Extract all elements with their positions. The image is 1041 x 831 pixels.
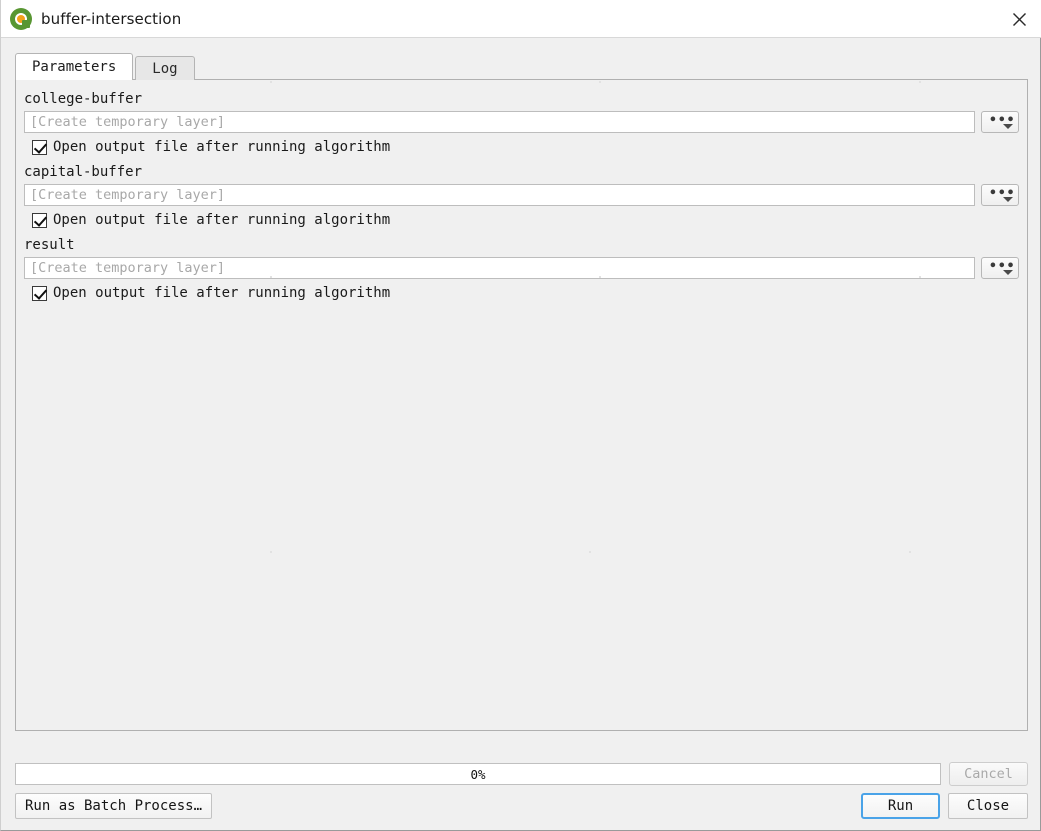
- run-as-batch-process-label: Run as Batch Process…: [25, 798, 202, 814]
- tab-log[interactable]: Log: [135, 56, 194, 80]
- browse-button-result[interactable]: •••: [981, 257, 1019, 279]
- artifact-speck: [589, 551, 591, 553]
- field-row-result: [Create temporary layer] •••: [24, 257, 1019, 279]
- open-output-checkbox-row-result[interactable]: Open output file after running algorithm: [32, 282, 1019, 304]
- parameters-form: college-buffer [Create temporary layer] …: [16, 80, 1027, 306]
- output-input-college-buffer[interactable]: [Create temporary layer]: [24, 111, 975, 133]
- open-output-label-college-buffer: Open output file after running algorithm: [53, 138, 390, 156]
- artifact-speck: [919, 81, 921, 83]
- artifact-speck: [919, 276, 921, 278]
- tab-parameters-label: Parameters: [32, 59, 116, 75]
- cancel-button: Cancel: [949, 762, 1028, 786]
- run-as-batch-process-button[interactable]: Run as Batch Process…: [15, 793, 212, 819]
- tab-bar: Parameters Log: [15, 54, 195, 80]
- chevron-down-icon: [1003, 270, 1013, 275]
- artifact-speck: [599, 276, 601, 278]
- tab-log-label: Log: [152, 61, 177, 77]
- open-output-checkbox-college-buffer[interactable]: [32, 140, 47, 155]
- chevron-down-icon: [1003, 124, 1013, 129]
- open-output-checkbox-capital-buffer[interactable]: [32, 213, 47, 228]
- close-icon[interactable]: [996, 0, 1041, 38]
- parameters-panel: college-buffer [Create temporary layer] …: [15, 79, 1028, 731]
- chevron-down-icon: [1003, 197, 1013, 202]
- open-output-checkbox-result[interactable]: [32, 286, 47, 301]
- progress-bar: 0%: [15, 763, 941, 785]
- qgis-processing-dialog: buffer-intersection Parameters Log colle…: [0, 0, 1041, 831]
- titlebar: buffer-intersection: [1, 0, 1041, 38]
- browse-button-capital-buffer[interactable]: •••: [981, 184, 1019, 206]
- action-row: Run as Batch Process… Run Close: [15, 793, 1028, 819]
- artifact-speck: [270, 81, 272, 83]
- open-output-checkbox-row-capital-buffer[interactable]: Open output file after running algorithm: [32, 209, 1019, 231]
- field-label-result: result: [24, 235, 1019, 255]
- qgis-logo-icon: [10, 8, 32, 30]
- artifact-speck: [270, 276, 272, 278]
- window-title: buffer-intersection: [41, 10, 181, 28]
- run-button-label: Run: [888, 798, 913, 814]
- tab-parameters[interactable]: Parameters: [15, 53, 133, 80]
- open-output-label-capital-buffer: Open output file after running algorithm: [53, 211, 390, 229]
- artifact-speck: [599, 81, 601, 83]
- open-output-label-result: Open output file after running algorithm: [53, 284, 390, 302]
- progress-percent-label: 0%: [470, 767, 485, 782]
- run-button[interactable]: Run: [861, 793, 940, 819]
- output-input-capital-buffer[interactable]: [Create temporary layer]: [24, 184, 975, 206]
- close-button-label: Close: [967, 798, 1009, 814]
- field-label-college-buffer: college-buffer: [24, 89, 1019, 109]
- artifact-speck: [270, 551, 272, 553]
- field-row-college-buffer: [Create temporary layer] •••: [24, 111, 1019, 133]
- artifact-speck: [909, 551, 911, 553]
- output-input-result[interactable]: [Create temporary layer]: [24, 257, 975, 279]
- field-label-capital-buffer: capital-buffer: [24, 162, 1019, 182]
- open-output-checkbox-row-college-buffer[interactable]: Open output file after running algorithm: [32, 136, 1019, 158]
- close-button[interactable]: Close: [948, 793, 1028, 819]
- field-row-capital-buffer: [Create temporary layer] •••: [24, 184, 1019, 206]
- cancel-button-label: Cancel: [964, 766, 1013, 782]
- progress-row: 0% Cancel: [15, 763, 1028, 785]
- browse-button-college-buffer[interactable]: •••: [981, 111, 1019, 133]
